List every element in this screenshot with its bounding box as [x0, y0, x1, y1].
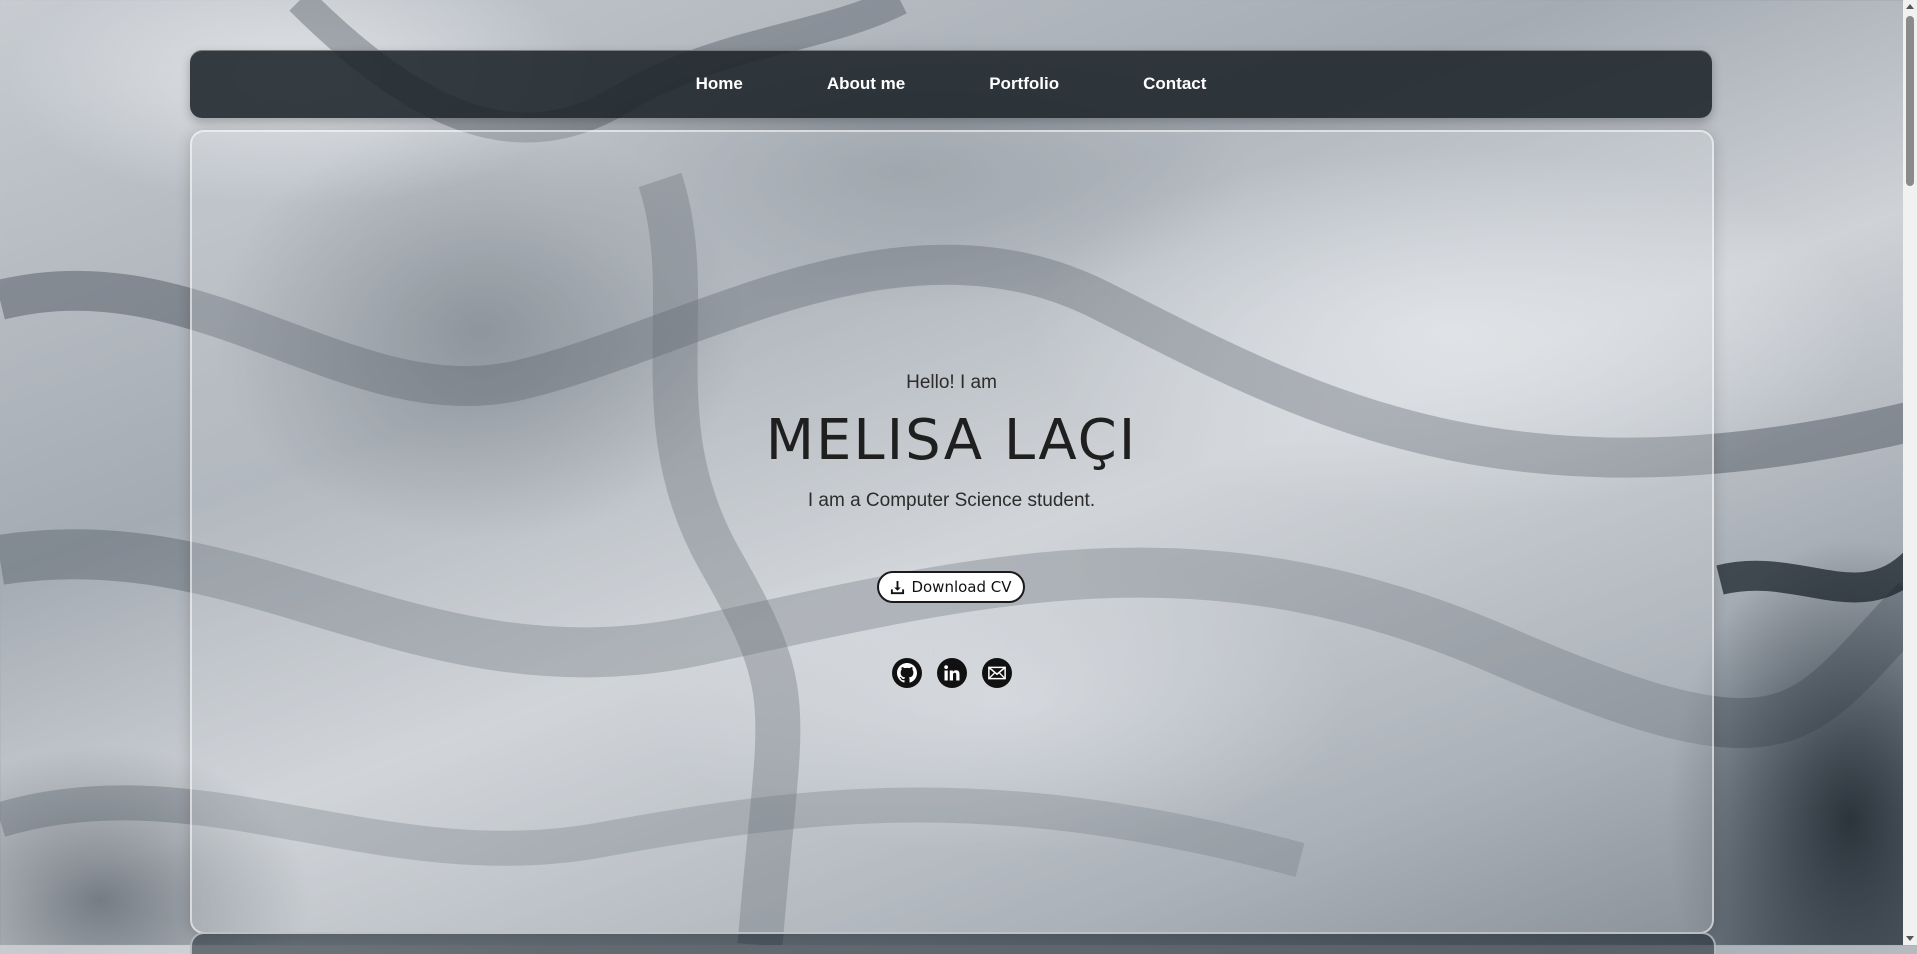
nav-link-about[interactable]: About me [785, 74, 947, 94]
nav-link-home[interactable]: Home [654, 74, 785, 94]
linkedin-link[interactable] [937, 658, 967, 688]
nav-link-contact[interactable]: Contact [1101, 74, 1248, 94]
scroll-down-arrow-icon[interactable] [1906, 936, 1914, 941]
hero-name: MELISA LAÇI [765, 408, 1138, 473]
github-link[interactable] [892, 658, 922, 688]
download-cv-label: Download CV [911, 578, 1012, 596]
scroll-up-arrow-icon[interactable] [1906, 4, 1914, 9]
hero-greeting: Hello! I am [906, 372, 997, 393]
social-links [892, 658, 1012, 688]
page-scrollbar[interactable] [1903, 0, 1917, 945]
download-icon [891, 580, 905, 594]
hero-card [190, 130, 1714, 934]
linkedin-icon [944, 665, 960, 681]
nav-link-portfolio[interactable]: Portfolio [947, 74, 1101, 94]
next-section-edge [190, 932, 1716, 954]
email-link[interactable] [982, 658, 1012, 688]
github-icon [897, 663, 917, 683]
download-cv-button[interactable]: Download CV [877, 571, 1025, 603]
mail-icon [988, 666, 1006, 680]
top-navbar: Home About me Portfolio Contact [190, 50, 1712, 118]
scrollbar-thumb[interactable] [1906, 16, 1914, 186]
hero-tagline: I am a Computer Science student. [807, 490, 1096, 511]
